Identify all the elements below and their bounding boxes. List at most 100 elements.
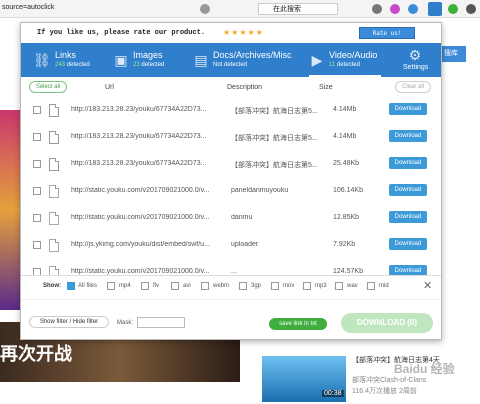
video-duration: 00:38 [322, 390, 344, 397]
tab-images[interactable]: ▣ Images 23 detected [111, 43, 191, 77]
list-item: http://static.youku.com/v201709021000.0/… [21, 205, 441, 232]
filter-checkbox-avi[interactable] [171, 282, 179, 290]
tab-name: Docs/Archives/Misc [213, 50, 292, 60]
tab-name: Settings [403, 64, 429, 71]
tab-docs[interactable]: ▤ Docs/Archives/Misc Not detected [191, 43, 309, 77]
shield-icon[interactable] [200, 4, 210, 14]
list-item: http://183.213.28.23/youku/67734A22D73..… [21, 124, 441, 151]
link-icon: ⛓ [33, 52, 51, 68]
rate-text: If you like us, please rate our product. [37, 29, 206, 37]
mask-input[interactable] [137, 317, 185, 328]
download-button[interactable]: Download [389, 184, 427, 196]
list-item: http://js.ykimg.com/youku/dist/embed/swf… [21, 232, 441, 259]
filter-label: mp3 [315, 283, 327, 289]
filter-checkbox-3gp[interactable] [239, 282, 247, 290]
tab-name: Links [55, 50, 77, 60]
download-button[interactable]: Download [389, 265, 427, 275]
tab-name: Images [133, 50, 163, 60]
video-file-icon [49, 131, 59, 144]
row-checkbox[interactable] [33, 160, 41, 168]
row-url: http://static.youku.com/v201709021000.0/… [71, 268, 210, 275]
extension-icon[interactable] [448, 4, 458, 14]
download-button[interactable]: Download [389, 238, 427, 250]
tab-count: 23 [133, 62, 140, 68]
file-icon [49, 239, 59, 252]
extension-icon[interactable] [390, 4, 400, 14]
row-url: http://static.youku.com/v201709021000.0/… [71, 187, 210, 194]
filter-label: wav [347, 283, 358, 289]
file-icon [49, 212, 59, 225]
filter-checkbox-mid[interactable] [367, 282, 375, 290]
filter-label: webm [213, 283, 230, 289]
filter-checkbox-mp3[interactable] [303, 282, 311, 290]
row-checkbox[interactable] [33, 268, 41, 275]
filter-checkbox-webm[interactable] [201, 282, 209, 290]
rate-bar: If you like us, please rate our product.… [21, 23, 441, 43]
show-filter-button[interactable]: Show filter / Hide filter [29, 316, 109, 328]
tab-links[interactable]: ⛓ Links 243 detected [29, 43, 111, 77]
row-checkbox[interactable] [33, 241, 41, 249]
downloader-popup: If you like us, please rate our product.… [20, 22, 442, 340]
rate-button[interactable]: Rate us! [359, 27, 415, 39]
download-button[interactable]: Download [389, 103, 427, 115]
list-item: http://static.youku.com/v201709021000.0/… [21, 178, 441, 205]
download-button[interactable]: Download [389, 211, 427, 223]
row-checkbox[interactable] [33, 187, 41, 195]
filter-checkbox-all[interactable] [67, 282, 75, 290]
filter-label: 3gp [251, 283, 262, 289]
filter-checkbox-wav[interactable] [335, 282, 343, 290]
row-size: 124.57Kb [333, 268, 363, 275]
video-icon: ▶ [311, 52, 323, 68]
row-size: 25.48Kb [333, 160, 360, 167]
tab-count-suffix: Not detected [213, 62, 248, 68]
browser-toolbar: source=autoclick 在此搜索 [0, 0, 480, 18]
row-size: 4.14Mb [333, 133, 357, 140]
image-icon: ▣ [114, 52, 128, 68]
background-image [0, 110, 20, 310]
tab-count-suffix: detected [139, 62, 165, 68]
row-description: paneldanmuyouku [231, 187, 289, 194]
close-icon[interactable]: ✕ [423, 279, 432, 292]
banner-text: 再次开战 [0, 344, 72, 365]
gear-icon: ⚙ [408, 47, 422, 63]
list-item: http://static.youku.com/v201709021000.0/… [21, 259, 441, 275]
row-url: http://183.213.28.23/youku/67734A22D73..… [71, 160, 207, 167]
file-icon [49, 185, 59, 198]
filter-label: mov [283, 283, 295, 289]
download-button[interactable]: Download [389, 157, 427, 169]
download-selected-button[interactable]: DOWNLOAD (0) [341, 313, 433, 333]
row-checkbox[interactable] [33, 133, 41, 141]
rating-stars[interactable]: ★★★★★ [223, 28, 264, 37]
row-size: 4.14Mb [333, 106, 357, 113]
clear-all-button[interactable]: Clear all [395, 81, 431, 93]
menu-icon[interactable] [466, 4, 476, 14]
download-extension-icon[interactable] [408, 4, 418, 14]
tab-video-audio[interactable]: ▶ Video/Audio 11 detected [309, 43, 381, 77]
column-description: Description [227, 84, 263, 91]
filter-label: mid [379, 283, 389, 289]
column-url: Url [105, 84, 114, 91]
filter-checkbox-flv[interactable] [141, 282, 149, 290]
media-list: http://183.213.28.23/youku/67734A22D73..… [21, 97, 441, 275]
row-checkbox[interactable] [33, 214, 41, 222]
row-size: 7.92Kb [333, 241, 356, 248]
filter-checkbox-mp4[interactable] [107, 282, 115, 290]
save-link-button[interactable]: save link in txt [269, 318, 327, 330]
address-bar[interactable]: source=autoclick [2, 4, 54, 11]
extension-icon[interactable] [372, 4, 382, 14]
select-all-button[interactable]: Select all [29, 81, 67, 93]
bottom-bar: Show filter / Hide filter Mask: save lin… [21, 299, 441, 339]
watermark: Baidu 经验 [394, 362, 455, 376]
tab-settings[interactable]: ⚙ Settings [393, 43, 439, 77]
filter-checkbox-mov[interactable] [271, 282, 279, 290]
row-checkbox[interactable] [33, 106, 41, 114]
search-input[interactable]: 在此搜索 [258, 3, 338, 15]
list-header: Select all Url Description Size Clear al… [21, 77, 441, 97]
row-url: http://static.youku.com/v201709021000.0/… [71, 214, 210, 221]
show-label: Show: [43, 283, 61, 289]
row-url: http://183.213.28.23/youku/67734A22D73..… [71, 106, 207, 113]
file-type-filter: Show: All files mp4 flv avi webm 3gp mov… [21, 275, 441, 297]
video-downloader-icon[interactable] [428, 2, 442, 16]
row-url: http://183.213.28.23/youku/67734A22D73..… [71, 133, 207, 140]
download-button[interactable]: Download [389, 130, 427, 142]
